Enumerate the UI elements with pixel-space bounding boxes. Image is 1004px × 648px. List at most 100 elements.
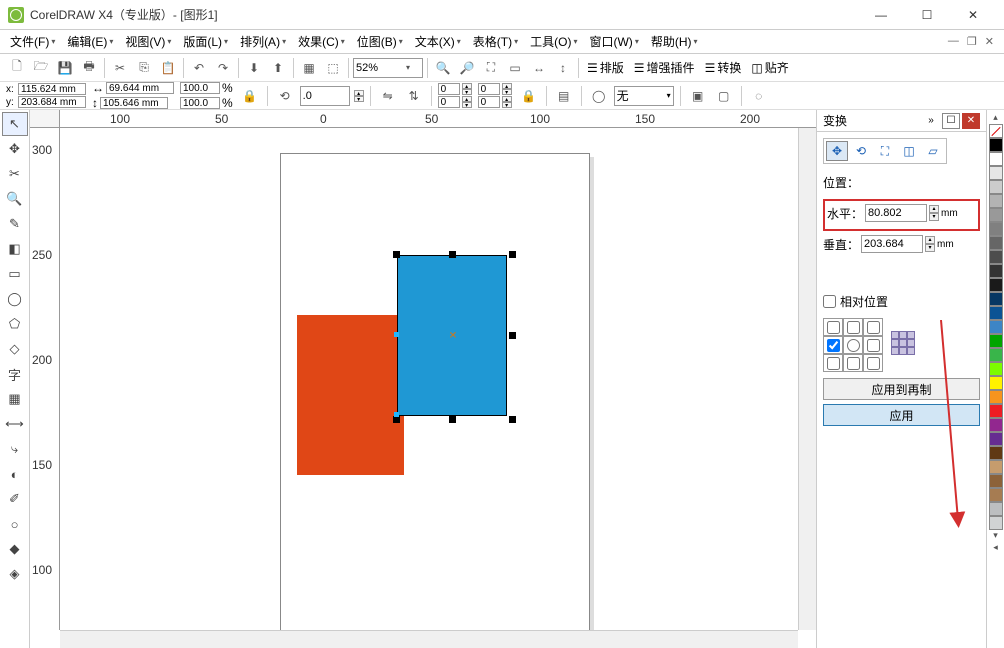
paste-button[interactable]: 📋: [157, 57, 179, 79]
corner-input-4[interactable]: [478, 96, 500, 108]
zoom-combo[interactable]: ▾: [353, 58, 423, 78]
menu-file[interactable]: 文件(F)▾: [6, 31, 59, 52]
width-input[interactable]: [106, 82, 174, 94]
apply-duplicate-button[interactable]: 应用到再制: [823, 378, 980, 400]
docker-close-icon[interactable]: ✕: [962, 113, 980, 129]
sel-handle-se[interactable]: [509, 416, 516, 423]
height-input[interactable]: [100, 97, 168, 109]
sel-handle-ne[interactable]: [509, 251, 516, 258]
mode-skew-icon[interactable]: ▱: [922, 141, 944, 161]
scale-x-input[interactable]: [180, 82, 220, 94]
vert-input[interactable]: [861, 235, 923, 253]
swatch[interactable]: [989, 376, 1003, 390]
swatch[interactable]: [989, 362, 1003, 376]
minimize-button[interactable]: —: [858, 0, 904, 30]
corner-input-1[interactable]: [438, 83, 460, 95]
sel-handle-w[interactable]: [394, 332, 399, 337]
menu-bitmap[interactable]: 位图(B)▾: [353, 31, 407, 52]
pick-tool[interactable]: ↖: [2, 112, 28, 136]
to-back-icon[interactable]: ▢: [713, 85, 735, 107]
text-tool[interactable]: 字: [2, 362, 28, 386]
mdi-restore[interactable]: ❐: [967, 35, 977, 48]
ruler-vertical[interactable]: 300 250 200 150 100: [30, 128, 60, 630]
swatch[interactable]: [989, 432, 1003, 446]
zoom-input[interactable]: [356, 62, 406, 74]
vert-up[interactable]: ▴: [925, 236, 935, 244]
text-wrap-icon[interactable]: ▤: [553, 85, 575, 107]
dimension-tool[interactable]: ⟷: [2, 412, 28, 436]
relative-checkbox[interactable]: [823, 295, 836, 308]
anchor-tl[interactable]: [827, 321, 840, 334]
anchor-bl[interactable]: [827, 357, 840, 370]
corner-input-2[interactable]: [438, 96, 460, 108]
swatch[interactable]: [989, 446, 1003, 460]
swatch[interactable]: [989, 166, 1003, 180]
swatch[interactable]: [989, 460, 1003, 474]
menu-arrange[interactable]: 排列(A)▾: [236, 31, 290, 52]
cut-button[interactable]: ✂: [109, 57, 131, 79]
swatch[interactable]: [989, 222, 1003, 236]
palette-down-icon[interactable]: ▾: [989, 530, 1003, 542]
anchor-br[interactable]: [867, 357, 880, 370]
rotation-input[interactable]: [300, 86, 350, 106]
palette-up-icon[interactable]: ▴: [989, 112, 1003, 124]
interactive-fill-tool[interactable]: ◈: [2, 562, 28, 586]
corner-input-3[interactable]: [478, 83, 500, 95]
palette-flyout-icon[interactable]: ◂: [989, 542, 1003, 554]
swatch[interactable]: [989, 250, 1003, 264]
horiz-up[interactable]: ▴: [929, 205, 939, 213]
sel-edge-sw[interactable]: [394, 412, 399, 417]
corner-lock-icon[interactable]: 🔒: [518, 85, 540, 107]
swatch[interactable]: [989, 180, 1003, 194]
sel-handle-e[interactable]: [509, 332, 516, 339]
docker-collapse-icon[interactable]: »: [922, 113, 940, 129]
redo-button[interactable]: ↷: [212, 57, 234, 79]
horiz-down[interactable]: ▾: [929, 213, 939, 221]
copy-button[interactable]: ⎘: [133, 57, 155, 79]
zoom-tool[interactable]: 🔍: [2, 187, 28, 211]
swatch[interactable]: [989, 292, 1003, 306]
scale-y-input[interactable]: [180, 97, 220, 109]
sel-handle-n[interactable]: [449, 251, 456, 258]
swatch[interactable]: [989, 516, 1003, 530]
mode-size-icon[interactable]: ◫: [898, 141, 920, 161]
connector-tool[interactable]: ⤷: [2, 437, 28, 461]
welcome-button[interactable]: ⬚: [322, 57, 344, 79]
menu-tools[interactable]: 工具(O)▾: [526, 31, 581, 52]
x-input[interactable]: [18, 83, 86, 95]
mode-rotate-icon[interactable]: ⟲: [850, 141, 872, 161]
open-button[interactable]: 🗁: [30, 57, 52, 79]
mode-scale-icon[interactable]: ⛶: [874, 141, 896, 161]
close-button[interactable]: ✕: [950, 0, 996, 30]
zoom-height-icon[interactable]: ↕: [552, 57, 574, 79]
swatch[interactable]: [989, 194, 1003, 208]
anchor-tc[interactable]: [847, 321, 860, 334]
app-launch-button[interactable]: ▦: [298, 57, 320, 79]
swatch[interactable]: [989, 334, 1003, 348]
docker-expand-icon[interactable]: ☐: [942, 113, 960, 129]
enhance-button[interactable]: ☰增强插件: [630, 59, 699, 76]
swatch[interactable]: [989, 418, 1003, 432]
swatch[interactable]: [989, 264, 1003, 278]
anchor-tr[interactable]: [867, 321, 880, 334]
outline-tool[interactable]: ○: [2, 512, 28, 536]
rectangle-tool[interactable]: ▭: [2, 262, 28, 286]
eyedropper-tool[interactable]: ✐: [2, 487, 28, 511]
zoom-fit-icon[interactable]: ⛶: [480, 57, 502, 79]
anchor-mr[interactable]: [867, 339, 880, 352]
vert-down[interactable]: ▾: [925, 244, 935, 252]
canvas[interactable]: ✕: [60, 128, 798, 630]
menu-layout[interactable]: 版面(L)▾: [179, 31, 232, 52]
ruler-corner[interactable]: [30, 110, 60, 128]
anchor-c[interactable]: [847, 339, 860, 352]
no-color-swatch[interactable]: [989, 124, 1003, 138]
swatch[interactable]: [989, 306, 1003, 320]
swatch[interactable]: [989, 502, 1003, 516]
zoom-page-icon[interactable]: ▭: [504, 57, 526, 79]
swatch[interactable]: [989, 488, 1003, 502]
sel-handle-nw[interactable]: [393, 251, 400, 258]
import-button[interactable]: ⬇: [243, 57, 265, 79]
save-button[interactable]: 💾: [54, 57, 76, 79]
polygon-tool[interactable]: ⬠: [2, 312, 28, 336]
sel-center-icon[interactable]: ✕: [449, 331, 457, 342]
